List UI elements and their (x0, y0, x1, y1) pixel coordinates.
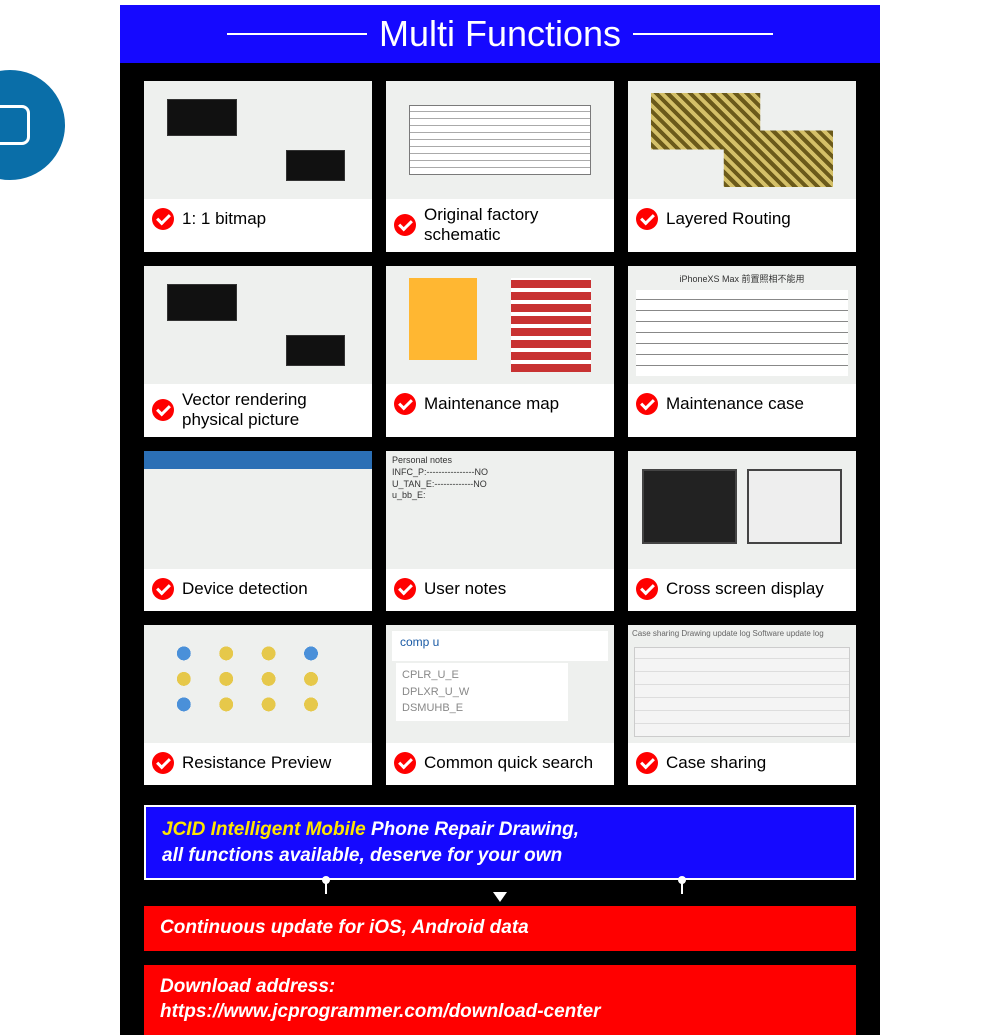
feature-grid: 1: 1 bitmap Original factory schematic Lay… (120, 63, 880, 799)
check-icon (394, 214, 416, 236)
feature-caption: Device detection (144, 569, 372, 611)
check-icon (636, 752, 658, 774)
feature-label: Original factory schematic (424, 205, 606, 244)
feature-caption: Maintenance map (386, 384, 614, 426)
feature-card: Layered Routing (628, 81, 856, 252)
red-callout-update: Continuous update for iOS, Android data (144, 906, 856, 951)
check-icon (152, 578, 174, 600)
feature-caption: Maintenance case (628, 384, 856, 426)
check-icon (636, 578, 658, 600)
feature-label: 1: 1 bitmap (182, 209, 266, 229)
blue-callout-line2: all functions available, deserve for you… (162, 845, 562, 866)
feature-thumbnail (144, 81, 372, 199)
feature-label: Common quick search (424, 753, 593, 773)
brand-watermark: PHONEFIX (0, 70, 85, 200)
feature-label: Maintenance case (666, 394, 804, 414)
download-url: https://www.jcprogrammer.com/download-ce… (160, 1001, 601, 1022)
feature-card: Common quick search (386, 625, 614, 785)
feature-caption: Case sharing (628, 743, 856, 785)
feature-caption: Layered Routing (628, 199, 856, 241)
feature-caption: Cross screen display (628, 569, 856, 611)
feature-caption: Common quick search (386, 743, 614, 785)
feature-label: Vector rendering physical picture (182, 390, 364, 429)
connector-arrows (144, 880, 856, 900)
feature-thumbnail (386, 266, 614, 384)
feature-label: Case sharing (666, 753, 766, 773)
feature-label: Resistance Preview (182, 753, 331, 773)
feature-thumbnail (144, 625, 372, 743)
feature-card: User notes (386, 451, 614, 611)
header-title: Multi Functions (379, 13, 621, 55)
feature-card: Maintenance case (628, 266, 856, 437)
header-band: Multi Functions (120, 5, 880, 63)
download-label: Download address: (160, 976, 335, 997)
feature-caption: 1: 1 bitmap (144, 199, 372, 241)
feature-thumbnail (144, 266, 372, 384)
feature-caption: Resistance Preview (144, 743, 372, 785)
feature-thumbnail (144, 451, 372, 569)
feature-label: Layered Routing (666, 209, 791, 229)
check-icon (152, 399, 174, 421)
feature-card: Original factory schematic (386, 81, 614, 252)
feature-card: Device detection (144, 451, 372, 611)
check-icon (394, 752, 416, 774)
feature-caption: Original factory schematic (386, 199, 614, 252)
feature-label: Maintenance map (424, 394, 559, 414)
poster-page: Multi Functions 1: 1 bitmap Original fact… (120, 5, 880, 1035)
check-icon (394, 393, 416, 415)
feature-card: Maintenance map (386, 266, 614, 437)
feature-thumbnail (628, 266, 856, 384)
feature-label: Cross screen display (666, 579, 824, 599)
blue-callout-highlight: JCID Intelligent Mobile (162, 819, 366, 840)
feature-thumbnail (386, 451, 614, 569)
feature-card: Case sharing (628, 625, 856, 785)
feature-card: 1: 1 bitmap (144, 81, 372, 252)
feature-label: User notes (424, 579, 506, 599)
brand-watermark-label: PHONEFIX (0, 184, 65, 202)
feature-thumbnail (628, 625, 856, 743)
feature-card: Cross screen display (628, 451, 856, 611)
feature-thumbnail (386, 625, 614, 743)
header-rule-right (633, 33, 773, 35)
feature-card: Vector rendering physical picture (144, 266, 372, 437)
feature-thumbnail (628, 81, 856, 199)
check-icon (152, 752, 174, 774)
check-icon (636, 393, 658, 415)
feature-thumbnail (386, 81, 614, 199)
feature-thumbnail (628, 451, 856, 569)
feature-card: Resistance Preview (144, 625, 372, 785)
blue-callout-rest: Phone Repair Drawing, (366, 819, 579, 840)
header-rule-left (227, 33, 367, 35)
phone-tool-icon (0, 105, 30, 145)
blue-callout: JCID Intelligent Mobile Phone Repair Dra… (144, 805, 856, 880)
feature-label: Device detection (182, 579, 308, 599)
check-icon (152, 208, 174, 230)
feature-caption: Vector rendering physical picture (144, 384, 372, 437)
check-icon (636, 208, 658, 230)
feature-caption: User notes (386, 569, 614, 611)
check-icon (394, 578, 416, 600)
